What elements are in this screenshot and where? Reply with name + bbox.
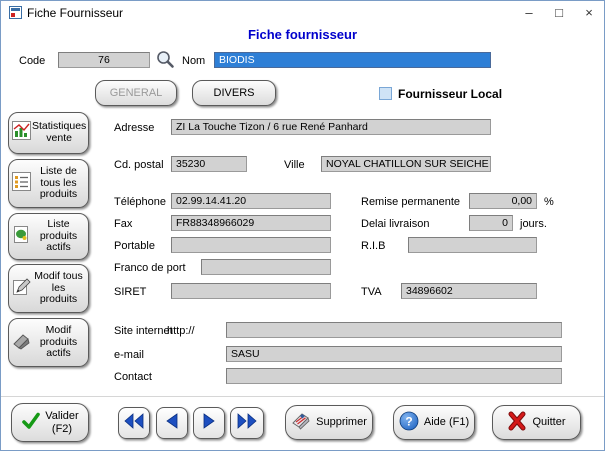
list-active-products-icon [12,225,32,249]
edit-all-products-icon [12,277,32,301]
contact-field[interactable] [226,368,562,384]
app-icon [9,6,22,24]
delai-field[interactable]: 0 [469,215,513,231]
rib-label: R.I.B [361,240,385,252]
sidebar-item-modif-produits-actifs[interactable]: Modif produits actifs [8,318,89,367]
footer-separator [1,396,604,397]
first-record-icon [124,413,144,434]
adresse-label: Adresse [114,122,154,134]
siret-label: SIRET [114,286,146,298]
tab-divers[interactable]: DIVERS [192,80,276,106]
sidebar-item-statistiques-vente[interactable]: Statistiques vente [8,112,89,154]
last-record-icon [237,413,257,434]
fax-field[interactable]: FR88348966029 [171,215,331,231]
page-title: Fiche fournisseur [1,27,604,42]
adresse-field[interactable]: ZI La Touche Tizon / 6 rue René Panhard [171,119,491,135]
sidebar-item-liste-produits-actifs[interactable]: Liste produits actifs [8,213,89,260]
rib-field[interactable] [408,237,537,253]
email-label: e-mail [114,349,144,361]
delai-label: Delai livraison [361,218,429,230]
supprimer-button[interactable]: Supprimer [285,405,373,440]
edit-active-products-icon [12,331,32,355]
help-icon: ? [399,411,419,434]
code-label: Code [19,55,45,67]
eraser-icon [291,412,311,433]
delai-unit: jours. [520,218,547,230]
cd-postal-field[interactable]: 35230 [171,156,247,172]
nav-first-button[interactable] [118,407,150,439]
remise-field[interactable]: 0,00 [469,193,537,209]
nom-field[interactable]: BIODIS [214,52,491,68]
code-field[interactable]: 76 [58,52,150,68]
fiche-fournisseur-window: Fiche Fournisseur – □ × Fiche fournisseu… [0,0,605,451]
maximize-button[interactable]: □ [544,1,574,25]
tva-field[interactable]: 34896602 [401,283,537,299]
site-label: Site internet [114,325,173,337]
close-button[interactable]: × [574,1,604,25]
nav-last-button[interactable] [230,407,264,439]
tab-general[interactable]: GENERAL [95,80,177,106]
sidebar-item-modif-tous-produits[interactable]: Modif tous les produits [8,264,89,313]
ville-field[interactable]: NOYAL CHATILLON SUR SEICHE [321,156,491,172]
title-bar: Fiche Fournisseur – □ × [1,1,604,25]
fax-label: Fax [114,218,132,230]
valider-button[interactable]: Valider (F2) [11,403,89,442]
telephone-label: Téléphone [114,196,166,208]
sales-chart-icon [12,121,32,145]
franco-field[interactable] [201,259,331,275]
svg-text:?: ? [405,415,412,429]
search-icon[interactable] [155,49,175,74]
quitter-button[interactable]: Quitter [492,405,581,440]
site-field[interactable] [226,322,562,338]
minimize-button[interactable]: – [514,1,544,25]
cd-postal-label: Cd. postal [114,159,164,171]
next-record-icon [202,413,216,434]
sidebar-item-liste-tous-produits[interactable]: Liste de tous les produits [8,159,89,208]
contact-label: Contact [114,371,152,383]
site-prefix: http:// [167,325,195,337]
check-icon [21,411,41,434]
portable-label: Portable [114,240,155,252]
siret-field[interactable] [171,283,331,299]
tva-label: TVA [361,286,382,298]
email-field[interactable]: SASU [226,346,562,362]
franco-label: Franco de port [114,262,186,274]
list-all-products-icon [12,172,32,196]
nom-label: Nom [182,55,205,67]
fournisseur-local-checkbox[interactable] [379,87,392,100]
aide-button[interactable]: ? Aide (F1) [393,405,475,440]
portable-field[interactable] [171,237,331,253]
fournisseur-local-label: Fournisseur Local [398,87,502,101]
remise-label: Remise permanente [361,196,460,208]
nav-next-button[interactable] [193,407,225,439]
telephone-field[interactable]: 02.99.14.41.20 [171,193,331,209]
previous-record-icon [165,413,179,434]
remise-unit: % [544,196,554,208]
nav-previous-button[interactable] [156,407,188,439]
window-title: Fiche Fournisseur [27,6,123,20]
close-x-icon [507,411,527,434]
ville-label: Ville [284,159,305,171]
